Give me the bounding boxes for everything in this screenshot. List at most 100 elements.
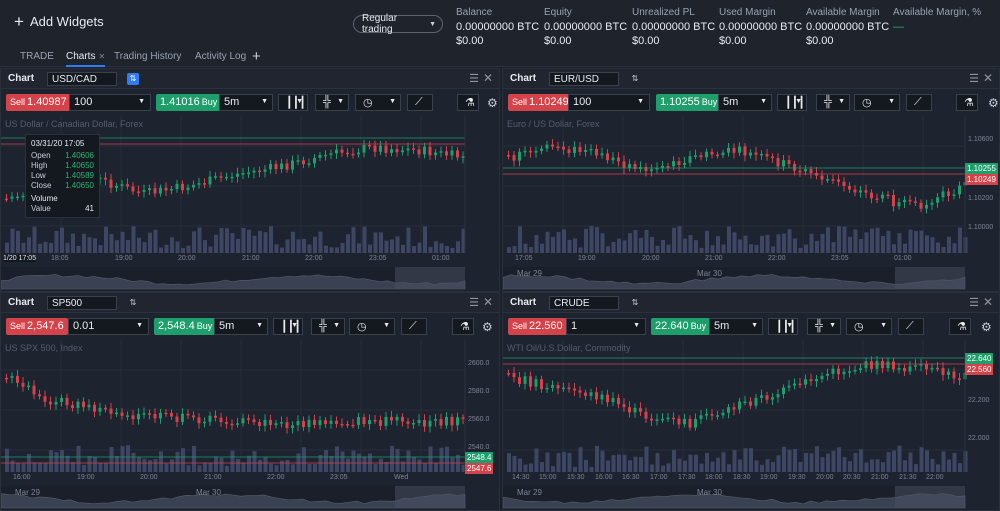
symbol-input[interactable]: CRUDE <box>549 296 619 310</box>
chart-plot-area[interactable]: WTI Oil/U.S.Dollar, Commodity 14:30 15:00 1… <box>503 340 999 510</box>
drawing-tools-button[interactable]: ⟋ <box>906 94 932 111</box>
indicators-icon[interactable]: ⚗ <box>956 94 978 111</box>
time-axis-label: 20:00 <box>140 474 158 481</box>
candle-body <box>699 415 703 420</box>
symbol-input[interactable]: USD/CAD <box>47 72 117 86</box>
sell-button[interactable]: Sell 2,547.6 <box>6 318 68 335</box>
volume-bar <box>650 464 654 472</box>
tab-trading-history[interactable]: Trading History <box>114 51 181 62</box>
sell-button[interactable]: Sell 1.10249 <box>508 94 573 111</box>
chart-plot-area[interactable]: Euro / US Dollar, Forex 17:05 19:00 20:00 21… <box>503 116 999 291</box>
close-icon[interactable]: ✕ <box>483 295 493 309</box>
volume-bar <box>595 445 599 472</box>
quantity-input[interactable]: 100 ▼ <box>69 94 151 111</box>
candle-type-select[interactable]: ┃┃┃ ▼ <box>273 318 303 335</box>
buy-button[interactable]: 2,548.4 Buy <box>154 318 217 335</box>
quantity-input[interactable]: 0.01 ▼ <box>68 318 149 335</box>
candle-body <box>523 150 527 153</box>
chart-plot-area[interactable]: US SPX 500, Index 16:00 19:00 20:00 21:00 22:… <box>1 340 499 510</box>
chart-plot-area[interactable]: US Dollar / Canadian Dollar, Forex 18:05 1… <box>1 116 499 291</box>
time-range-select[interactable]: ◷ ▼ <box>349 318 395 335</box>
menu-icon[interactable]: ☰ <box>469 296 479 309</box>
sell-button[interactable]: Sell 1.40987 <box>6 94 71 111</box>
volume-bar <box>545 452 550 472</box>
quantity-input[interactable]: 100 ▼ <box>568 94 650 111</box>
volume-bar <box>335 247 339 253</box>
candle-type-select[interactable]: ┃┃┃ ▼ <box>768 318 798 335</box>
chart-type-select[interactable]: ╬ ▼ <box>807 318 841 335</box>
candle-body <box>765 153 769 157</box>
indicators-icon[interactable]: ⚗ <box>457 94 479 111</box>
candle-type-select[interactable]: ┃┃┃ ▼ <box>777 94 807 111</box>
timeframe-select[interactable]: 5m ▼ <box>214 318 268 335</box>
candle-type-select[interactable]: ┃┃┃ ▼ <box>278 94 308 111</box>
buy-button[interactable]: 1.41016 Buy <box>156 94 222 111</box>
quantity-input[interactable]: 1 ▼ <box>566 318 646 335</box>
symbol-input[interactable]: EUR/USD <box>549 72 619 86</box>
timeframe-select[interactable]: 5m ▼ <box>219 94 273 111</box>
candle-body <box>952 371 956 379</box>
gear-icon[interactable]: ⚙ <box>988 96 999 110</box>
timeframe-select[interactable]: 5m ▼ <box>718 94 772 111</box>
time-range-select[interactable]: ◷ ▼ <box>854 94 900 111</box>
caret-down-icon: ▼ <box>261 98 268 105</box>
candle-body <box>263 419 267 426</box>
trading-mode-select[interactable]: Regular trading ▼ <box>353 13 443 35</box>
candle-body <box>831 179 835 181</box>
buy-button[interactable]: 1.10255 Buy <box>656 94 722 111</box>
candle-body <box>395 149 399 153</box>
time-range-select[interactable]: ◷ ▼ <box>355 94 401 111</box>
volume-bar <box>738 459 742 472</box>
candle-body <box>390 416 393 421</box>
close-icon[interactable]: ✕ <box>983 71 993 85</box>
tooltip-value: 41 <box>85 204 94 213</box>
candle-body <box>886 361 890 369</box>
tab-charts[interactable]: Charts ✕ <box>66 51 106 67</box>
stat-dash: — <box>893 21 904 33</box>
indicators-icon[interactable]: ⚗ <box>452 318 474 335</box>
time-axis-label: 20:30 <box>843 474 861 481</box>
volume-bar <box>892 244 896 253</box>
menu-icon[interactable]: ☰ <box>469 72 479 85</box>
time-range-select[interactable]: ◷ ▼ <box>846 318 892 335</box>
drawing-tools-button[interactable]: ⟋ <box>407 94 433 111</box>
candle-body <box>826 179 829 181</box>
volume-bar <box>798 247 803 253</box>
gear-icon[interactable]: ⚙ <box>981 320 992 334</box>
candle-body <box>439 419 443 426</box>
candle-body <box>379 145 382 152</box>
candle-body <box>170 189 173 191</box>
menu-icon[interactable]: ☰ <box>969 72 979 85</box>
volume-bar <box>639 237 643 253</box>
gear-icon[interactable]: ⚙ <box>487 96 498 110</box>
stat-label: Unrealized PL <box>632 7 695 18</box>
drawing-tools-button[interactable]: ⟋ <box>898 318 924 335</box>
tab-trade[interactable]: TRADE <box>20 51 54 62</box>
add-widgets-button[interactable]: + Add Widgets <box>14 13 104 30</box>
chart-type-select[interactable]: ╬ ▼ <box>315 94 349 111</box>
timeframe-select[interactable]: 5m ▼ <box>709 318 763 335</box>
close-icon[interactable]: ✕ <box>983 295 993 309</box>
close-icon[interactable]: ✕ <box>98 52 105 61</box>
time-axis-label: 18:00 <box>705 474 723 481</box>
link-icon[interactable]: ⇅ <box>127 297 139 309</box>
add-tab-icon[interactable]: + <box>252 48 261 65</box>
chart-type-select[interactable]: ╬ ▼ <box>311 318 345 335</box>
close-icon[interactable]: ✕ <box>483 71 493 85</box>
candle-body <box>617 157 620 162</box>
chart-type-select[interactable]: ╬ ▼ <box>816 94 850 111</box>
gear-icon[interactable]: ⚙ <box>482 320 493 334</box>
tab-label: Activity Log <box>195 51 247 62</box>
sell-button[interactable]: Sell 22.560 <box>508 318 567 335</box>
tab-activity-log[interactable]: Activity Log <box>195 51 246 62</box>
buy-button[interactable]: 22.640 Buy <box>651 318 711 335</box>
menu-icon[interactable]: ☰ <box>969 296 979 309</box>
link-icon[interactable]: ⇅ <box>629 297 641 309</box>
candle-body <box>721 412 725 416</box>
candle-body <box>351 424 355 427</box>
link-icon[interactable]: ⇅ <box>127 73 139 85</box>
drawing-tools-button[interactable]: ⟋ <box>401 318 427 335</box>
indicators-icon[interactable]: ⚗ <box>949 318 971 335</box>
symbol-input[interactable]: SP500 <box>47 296 117 310</box>
link-icon[interactable]: ⇅ <box>629 73 641 85</box>
